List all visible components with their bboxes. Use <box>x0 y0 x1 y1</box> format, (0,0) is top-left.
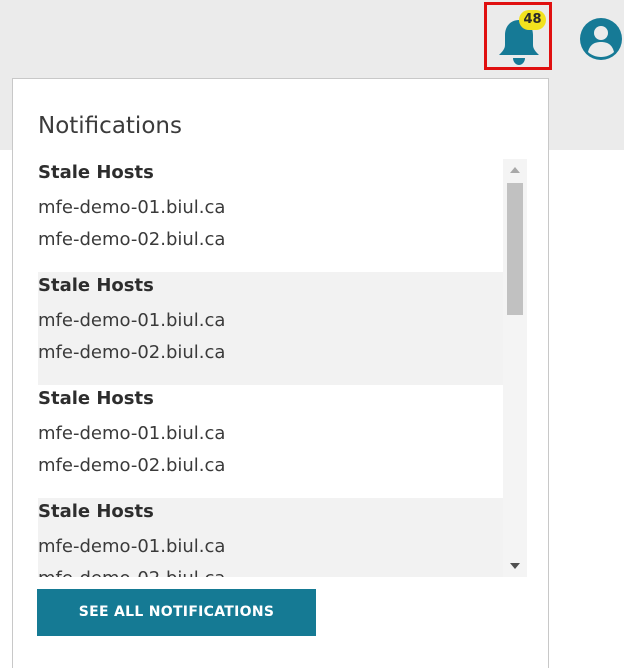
notification-title: Stale Hosts <box>38 501 154 522</box>
scroll-down-arrow-icon[interactable] <box>510 563 520 569</box>
notification-title: Stale Hosts <box>38 162 154 183</box>
notifications-dropdown: Notifications Stale Hosts mfe-demo-01.bi… <box>12 78 549 668</box>
notification-title: Stale Hosts <box>38 275 154 296</box>
notifications-title: Notifications <box>38 113 182 139</box>
scroll-up-arrow-icon[interactable] <box>510 167 520 173</box>
notifications-bell-button[interactable]: 48 <box>484 2 552 70</box>
notification-item[interactable]: Stale Hosts mfe-demo-01.biul.ca mfe-demo… <box>38 498 503 577</box>
notification-host: mfe-demo-02.biul.ca <box>38 229 226 250</box>
notification-count-badge: 48 <box>519 10 546 30</box>
notification-host: mfe-demo-02.biul.ca <box>38 342 226 363</box>
notification-item[interactable]: Stale Hosts mfe-demo-01.biul.ca mfe-demo… <box>38 385 503 498</box>
notification-host: mfe-demo-02.biul.ca <box>38 568 225 577</box>
notification-host: mfe-demo-01.biul.ca <box>38 197 226 218</box>
notification-item[interactable]: Stale Hosts mfe-demo-01.biul.ca mfe-demo… <box>38 159 503 272</box>
notification-host: mfe-demo-01.biul.ca <box>38 536 226 557</box>
notification-host: mfe-demo-02.biul.ca <box>38 455 226 476</box>
notification-host: mfe-demo-01.biul.ca <box>38 423 226 444</box>
notifications-scrollbar[interactable] <box>503 159 527 577</box>
see-all-notifications-button[interactable]: SEE ALL NOTIFICATIONS <box>37 589 316 636</box>
notification-host: mfe-demo-01.biul.ca <box>38 310 226 331</box>
notifications-list[interactable]: Stale Hosts mfe-demo-01.biul.ca mfe-demo… <box>38 159 503 577</box>
scrollbar-thumb[interactable] <box>507 183 523 315</box>
user-account-button[interactable] <box>578 16 624 62</box>
user-circle-icon <box>580 18 622 60</box>
notification-item[interactable]: Stale Hosts mfe-demo-01.biul.ca mfe-demo… <box>38 272 503 385</box>
notification-title: Stale Hosts <box>38 388 154 409</box>
